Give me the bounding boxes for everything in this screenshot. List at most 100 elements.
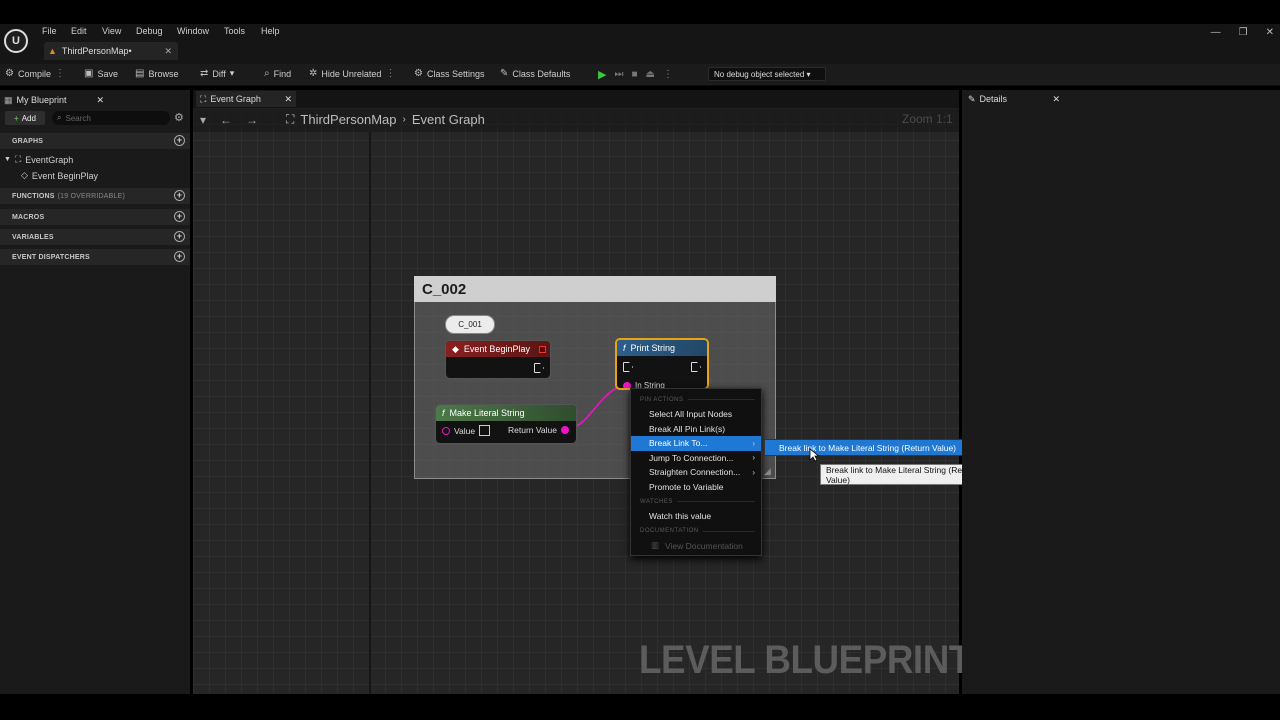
diff-label: Diff [212,68,226,79]
exec-in-pin[interactable] [623,362,633,372]
diff-button[interactable]: ⇄ Diff ▾ [200,68,234,79]
add-graph-icon[interactable]: + [174,135,185,146]
menu-straighten-connection[interactable]: Straighten Connection... › [631,465,761,480]
menu-jump-to-connection[interactable]: Jump To Connection... › [631,451,761,466]
node-header: f Print String [617,340,707,356]
find-label: Find [273,68,292,79]
node-event-beginplay[interactable]: ◆ Event BeginPlay [445,340,551,379]
menu-promote-to-variable[interactable]: Promote to Variable [631,480,761,495]
menu-label: Break All Pin Link(s) [649,423,726,434]
details-tab[interactable]: ✎ Details ✕ [964,91,1064,107]
add-function-icon[interactable]: + [174,190,185,201]
close-tab-icon[interactable]: ✕ [284,94,292,105]
menu-watch-this-value[interactable]: Watch this value [631,509,761,524]
level-blueprint-watermark: LEVEL BLUEPRINT [639,638,971,682]
class-settings-button[interactable]: ⚙ Class Settings [414,68,485,79]
menu-select-all-input-nodes[interactable]: Select All Input Nodes [631,407,761,422]
debug-object-select[interactable]: No debug object selected ▾ [708,67,826,81]
find-button[interactable]: ⌕ Find [264,68,291,79]
delegate-pin-icon[interactable] [539,345,546,353]
resize-grip-icon[interactable]: ◢ [764,466,771,477]
forward-arrow-icon[interactable]: → [246,113,258,127]
window-controls: — ❐ ✕ [1211,27,1274,38]
section-variables[interactable]: VARIABLES + [0,229,190,245]
breadcrumb: ⛶ ThirdPersonMap › Event Graph [286,112,485,127]
breadcrumb-graph[interactable]: Event Graph [412,112,485,127]
exec-out-pin[interactable] [534,363,544,373]
section-graphs[interactable]: GRAPHS + [0,133,190,149]
step-icon[interactable]: ⏭ [614,69,623,80]
close-tab-icon[interactable]: ✕ [1052,94,1060,105]
comment-bubble[interactable]: C_001 [445,315,495,334]
menu-break-link-to[interactable]: Break Link To... › [631,436,761,451]
breadcrumb-level[interactable]: ThirdPersonMap [300,112,396,127]
tree-item-event-beginplay[interactable]: ◇ Event BeginPlay [21,170,98,181]
hide-unrelated-icon: ✲ [309,68,318,79]
minimize-button[interactable]: — [1211,27,1221,38]
close-tab-icon[interactable]: ✕ [96,95,104,106]
compile-button[interactable]: ⚙ Compile ⋮ [5,68,65,79]
compile-icon: ⚙ [5,68,14,79]
chevron-right-icon: › [752,453,755,463]
menu-view[interactable]: View [102,26,121,36]
node-make-literal-string[interactable]: f Make Literal String Value Return Value [435,404,577,444]
letterbox-bottom [0,694,1280,720]
add-variable-icon[interactable]: + [174,231,185,242]
submenu-break-link-item[interactable]: Break link to Make Literal String (Retur… [765,440,964,455]
comment-title[interactable]: C_002 [414,276,776,302]
menu-file[interactable]: File [42,26,57,36]
document-tab[interactable]: ▲ ThirdPersonMap• ✕ [44,42,178,60]
bookmark-icon[interactable]: ▾ [200,113,206,127]
more-options-icon[interactable]: ⋮ [385,68,395,79]
graph-icon: ⛶ [286,112,295,126]
compile-options-icon[interactable]: ⋮ [55,68,65,79]
eject-icon[interactable]: ⏏ [646,69,655,80]
close-tab-icon[interactable]: ✕ [164,46,172,57]
search-input[interactable]: ⌕ Search [52,111,170,125]
graph-icon: ⛶ [14,154,22,164]
section-functions-label: FUNCTIONS [12,192,55,200]
debug-object-label: No debug object selected [714,70,805,79]
play-controls: ▶ ⏭ ■ ⏏ ⋮ [598,68,673,81]
menu-debug[interactable]: Debug [136,26,163,36]
close-button[interactable]: ✕ [1266,27,1274,38]
save-button[interactable]: ▣ Save [84,68,118,79]
menu-window[interactable]: Window [177,26,209,36]
play-icon[interactable]: ▶ [598,68,606,81]
return-value-label: Return Value [508,425,557,435]
menu-tools[interactable]: Tools [224,26,245,36]
section-event-dispatchers[interactable]: EVENT DISPATCHERS + [0,249,190,265]
section-macros[interactable]: MACROS + [0,209,190,225]
event-graph-tab[interactable]: ⛶ Event Graph ✕ [196,91,296,107]
add-macro-icon[interactable]: + [174,211,185,222]
return-value-pin[interactable]: Return Value [508,425,569,435]
my-blueprint-tab[interactable]: ▦ My Blueprint ✕ [4,92,104,108]
back-arrow-icon[interactable]: ← [220,113,232,127]
menu-edit[interactable]: Edit [71,26,87,36]
menu-break-all-pin-links[interactable]: Break All Pin Link(s) [631,422,761,437]
graph-origin-line [369,132,371,694]
class-defaults-button[interactable]: ✎ Class Defaults [500,68,570,79]
settings-gear-icon[interactable]: ⚙ [174,111,184,124]
menu-help[interactable]: Help [261,26,280,36]
eventgraph-label: EventGraph [25,154,74,165]
add-button[interactable]: + Add [5,111,45,125]
section-functions[interactable]: FUNCTIONS (19 OVERRIDABLE) + [0,188,190,204]
stop-icon[interactable]: ■ [631,69,637,80]
tree-item-eventgraph[interactable]: ▼ ⛶ EventGraph [4,154,73,165]
save-label: Save [97,68,118,79]
exec-out-pin[interactable] [691,362,701,372]
value-text-box[interactable] [479,425,491,436]
hide-unrelated-button[interactable]: ✲ Hide Unrelated ⋮ [309,68,395,79]
play-options-icon[interactable]: ⋮ [663,69,673,80]
value-pin[interactable]: Value [442,425,491,436]
node-title: Event BeginPlay [463,344,530,354]
unreal-logo-icon[interactable]: U [4,29,28,53]
save-icon: ▣ [84,68,94,79]
restore-button[interactable]: ❐ [1239,27,1248,38]
browse-button[interactable]: ▤ Browse [135,68,178,79]
node-print-string[interactable]: f Print String In String [615,338,709,390]
add-dispatcher-icon[interactable]: + [174,251,185,262]
my-blueprint-tab-label: My Blueprint [16,95,67,105]
search-placeholder: Search [65,113,91,123]
